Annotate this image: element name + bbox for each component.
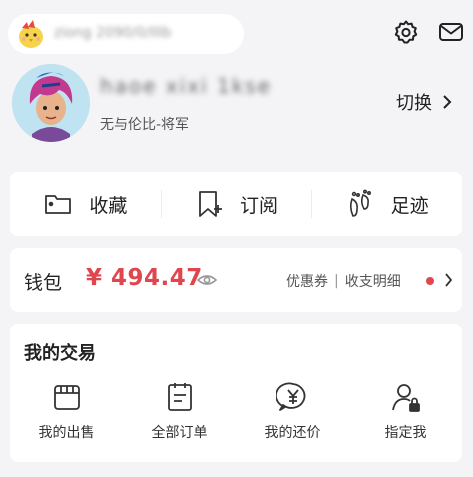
account-id-text: ziong 2090/0/IIIb [54, 25, 172, 41]
my-sales-button[interactable]: 我的出售 [10, 380, 123, 450]
footprints-label: 足迹 [390, 194, 429, 217]
subscriptions-label: 订阅 [240, 194, 279, 217]
subscriptions-button[interactable]: 订阅 [160, 172, 312, 236]
user-rank-title: 无与伦比-将军 [100, 117, 190, 133]
mail-icon[interactable] [437, 18, 465, 46]
user-lock-icon [391, 384, 420, 412]
my-bargains-label: 我的还价 [264, 425, 321, 441]
all-orders-button[interactable]: 全部订单 [123, 380, 236, 450]
settings-icon[interactable] [392, 18, 420, 46]
my-sales-label: 我的出售 [38, 425, 95, 441]
account-pill[interactable]: ziong 2090/0/IIIb [8, 14, 244, 54]
eye-icon[interactable] [197, 271, 217, 289]
my-bargains-button[interactable]: 我的还价 [236, 380, 349, 450]
trades-menu: 我的出售 全部订单 我的还价 指定我 [10, 380, 462, 450]
wallet-links: 优惠券 | 收支明细 [286, 271, 401, 291]
wallet-label: 钱包 [24, 272, 63, 294]
chevron-right-icon[interactable] [444, 273, 453, 287]
switch-account-button[interactable]: 切换 [396, 90, 452, 114]
wallet-card[interactable]: 钱包 ¥ 494.47 优惠券 | 收支明细 [10, 248, 462, 312]
all-orders-label: 全部订单 [151, 425, 208, 441]
yen-chat-icon [275, 382, 305, 411]
bookmark-plus-icon [199, 191, 222, 217]
quick-actions-card: 收藏 订阅 足迹 [10, 172, 462, 236]
chick-avatar-icon [14, 18, 48, 50]
favorites-button[interactable]: 收藏 [10, 172, 161, 236]
links-separator: | [334, 273, 339, 289]
wallet-balance: ¥ 494.47 [86, 265, 203, 291]
footprint-icon [349, 189, 371, 217]
switch-label: 切换 [396, 93, 432, 114]
my-trades-card: 我的交易 我的出售 全部订单 我的还价 指定我 [10, 324, 462, 462]
favorites-label: 收藏 [89, 194, 128, 217]
profile-header: ziong 2090/0/IIIb haoe xixi 1kse 无与伦比-将军… [0, 0, 473, 160]
transactions-link[interactable]: 收支明细 [345, 271, 401, 291]
assigned-to-me-label: 指定我 [384, 425, 427, 441]
folder-icon [45, 195, 72, 214]
store-icon [53, 385, 80, 410]
trades-section-title: 我的交易 [24, 343, 96, 364]
chevron-right-icon [443, 95, 452, 109]
footprints-button[interactable]: 足迹 [311, 172, 462, 236]
coupons-link[interactable]: 优惠券 [286, 271, 328, 291]
order-list-icon [167, 383, 192, 411]
assigned-to-me-button[interactable]: 指定我 [349, 380, 462, 450]
avatar[interactable] [12, 64, 90, 142]
notification-dot [426, 277, 434, 285]
username: haoe xixi 1kse [100, 74, 273, 98]
